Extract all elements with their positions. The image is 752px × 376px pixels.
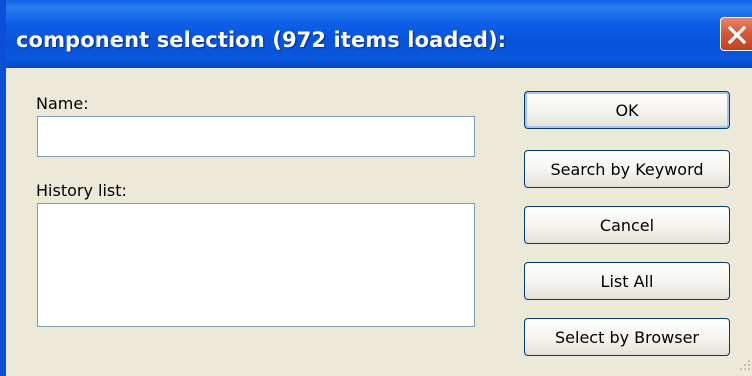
cancel-button[interactable]: Cancel xyxy=(524,206,730,244)
name-input[interactable] xyxy=(37,116,475,157)
select-by-browser-button[interactable]: Select by Browser xyxy=(524,318,730,356)
close-x-icon xyxy=(727,25,747,45)
select-by-browser-label: Select by Browser xyxy=(555,327,699,347)
ok-button-label: OK xyxy=(615,100,639,120)
cancel-button-label: Cancel xyxy=(599,215,655,235)
dialog-window: component selection (972 items loaded): … xyxy=(0,0,752,376)
ok-button[interactable]: OK xyxy=(524,91,730,129)
history-list-label: History list: xyxy=(36,181,127,200)
history-listbox[interactable] xyxy=(37,203,475,327)
name-label: Name: xyxy=(36,94,89,113)
search-by-keyword-label: Search by Keyword xyxy=(550,159,704,179)
window-title: component selection (972 items loaded): xyxy=(16,28,507,52)
list-all-button[interactable]: List All xyxy=(524,262,730,300)
title-bar[interactable]: component selection (972 items loaded): xyxy=(6,0,752,68)
close-button[interactable] xyxy=(720,17,752,51)
list-all-button-label: List All xyxy=(600,271,654,291)
search-by-keyword-button[interactable]: Search by Keyword xyxy=(524,150,730,188)
resize-grip-icon[interactable] xyxy=(736,358,752,374)
